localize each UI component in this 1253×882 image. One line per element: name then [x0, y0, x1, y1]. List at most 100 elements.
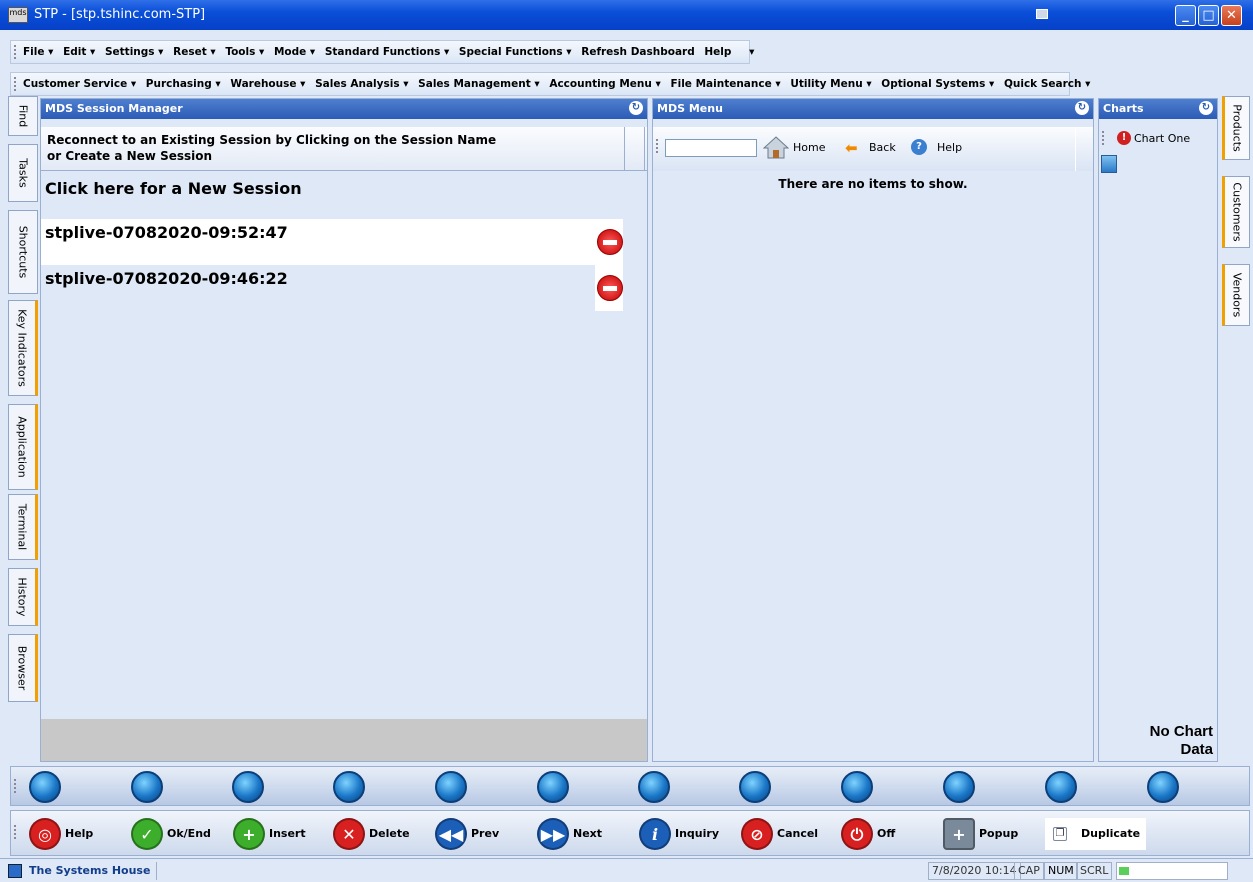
globe-icon[interactable] [232, 771, 264, 803]
back-arrow-icon[interactable]: ⬅ [845, 139, 858, 157]
globe-icon[interactable] [1147, 771, 1179, 803]
menu-tools[interactable]: Tools ▾ [225, 46, 264, 58]
progress-bar [1116, 862, 1228, 880]
status-cap: CAP [1014, 862, 1044, 880]
prev-button[interactable]: ◀◀ Prev [435, 818, 499, 850]
database-add-icon: + [943, 818, 975, 850]
action-toolbar: ◎ Help ✓ Ok/End + Insert ✕ Delete ◀◀ Prev ▶▶ N… [10, 810, 1250, 856]
tab-history[interactable]: History [8, 568, 38, 626]
pin-icon[interactable]: ↻ [1199, 101, 1213, 115]
maximize-button[interactable]: □ [1198, 5, 1219, 26]
menu-accounting[interactable]: Accounting Menu ▾ [549, 78, 660, 90]
menu-sales-analysis[interactable]: Sales Analysis ▾ [315, 78, 408, 90]
globe-icon[interactable] [638, 771, 670, 803]
status-datetime: 7/8/2020 10:14 [928, 862, 1021, 880]
delete-button[interactable]: ✕ Delete [333, 818, 410, 850]
tab-key-indicators[interactable]: Key Indicators [8, 300, 38, 396]
tab-customers[interactable]: Customers [1222, 176, 1250, 248]
toolbar-grip[interactable] [14, 77, 16, 91]
globe-icon[interactable] [435, 771, 467, 803]
panel-title: MDS Session Manager [45, 102, 183, 115]
pin-icon[interactable]: ↻ [1075, 101, 1089, 115]
globe-icon[interactable] [1045, 771, 1077, 803]
tab-products[interactable]: Products [1222, 96, 1250, 160]
menu-optional-systems[interactable]: Optional Systems ▾ [881, 78, 994, 90]
menu-special-functions[interactable]: Special Functions ▾ [459, 46, 572, 58]
menu-customer-service[interactable]: Customer Service ▾ [23, 78, 136, 90]
menu-warehouse[interactable]: Warehouse ▾ [230, 78, 305, 90]
pin-icon[interactable]: ↻ [629, 101, 643, 115]
session-name[interactable]: stplive-07082020-09:52:47 [45, 223, 288, 242]
menu-overflow[interactable]: ▾ [749, 46, 754, 58]
toolbar-grip[interactable] [14, 825, 16, 839]
toolbar-grip[interactable] [14, 779, 16, 793]
empty-message: There are no items to show. [778, 177, 968, 191]
globe-icon[interactable] [943, 771, 975, 803]
menu-file[interactable]: File ▾ [23, 46, 53, 58]
globe-icon[interactable] [333, 771, 365, 803]
tab-shortcuts[interactable]: Shortcuts [8, 210, 38, 294]
menu-utility[interactable]: Utility Menu ▾ [790, 78, 871, 90]
menu-refresh-dashboard[interactable]: Refresh Dashboard [581, 46, 695, 58]
menu-edit[interactable]: Edit ▾ [63, 46, 95, 58]
globe-icon[interactable] [537, 771, 569, 803]
session-row[interactable]: stplive-07082020-09:46:22 [41, 265, 623, 311]
cancel-button[interactable]: ⊘ Cancel [741, 818, 818, 850]
header-line-1: Reconnect to an Existing Session by Clic… [47, 133, 497, 147]
home-icon[interactable] [762, 135, 790, 159]
off-button[interactable]: ⏻ Off [841, 818, 895, 850]
menu-mode[interactable]: Mode ▾ [274, 46, 315, 58]
help-link[interactable]: Help [937, 141, 962, 154]
back-link[interactable]: Back [869, 141, 896, 154]
globe-icon[interactable] [841, 771, 873, 803]
tab-vendors[interactable]: Vendors [1222, 264, 1250, 326]
help-icon[interactable]: ? [911, 139, 927, 155]
menu-sales-management[interactable]: Sales Management ▾ [418, 78, 540, 90]
new-session-link[interactable]: Click here for a New Session [41, 175, 623, 215]
tab-terminal[interactable]: Terminal [8, 494, 38, 560]
menu-reset[interactable]: Reset ▾ [173, 46, 216, 58]
delete-session-icon[interactable] [597, 229, 623, 255]
session-row[interactable]: stplive-07082020-09:52:47 [41, 219, 623, 265]
chart-alert-icon[interactable]: ! [1117, 131, 1131, 145]
charts-header: Charts ↻ [1099, 99, 1217, 119]
globe-icon[interactable] [29, 771, 61, 803]
duplicate-button[interactable]: ❐ Duplicate [1045, 818, 1147, 850]
fast-forward-icon: ▶▶ [537, 818, 569, 850]
chart-one-item[interactable]: Chart One [1134, 132, 1190, 145]
help-button[interactable]: ◎ Help [29, 818, 93, 850]
menu-purchasing[interactable]: Purchasing ▾ [146, 78, 221, 90]
chart-thumbnail-icon[interactable] [1101, 155, 1117, 173]
divider [156, 862, 157, 880]
session-column-header: Reconnect to an Existing Session by Clic… [41, 127, 647, 171]
home-link[interactable]: Home [793, 141, 825, 154]
delete-session-icon[interactable] [597, 275, 623, 301]
toolbar-grip[interactable] [14, 45, 16, 59]
company-name: The Systems House [29, 864, 151, 877]
cancel-icon: ⊘ [741, 818, 773, 850]
menu-settings[interactable]: Settings ▾ [105, 46, 164, 58]
minimize-button[interactable]: _ [1175, 5, 1196, 26]
ok-end-button[interactable]: ✓ Ok/End [131, 818, 211, 850]
inquiry-button[interactable]: i Inquiry [639, 818, 719, 850]
globe-icon[interactable] [131, 771, 163, 803]
insert-button[interactable]: + Insert [233, 818, 306, 850]
tab-browser[interactable]: Browser [8, 634, 38, 702]
menu-file-maintenance[interactable]: File Maintenance ▾ [670, 78, 780, 90]
close-button[interactable]: ✕ [1221, 5, 1242, 26]
globe-icon[interactable] [739, 771, 771, 803]
tab-find[interactable]: Find [8, 96, 38, 136]
session-name[interactable]: stplive-07082020-09:46:22 [45, 269, 288, 288]
next-button[interactable]: ▶▶ Next [537, 818, 602, 850]
toolbar-grip[interactable] [656, 139, 658, 153]
menu-quick-search[interactable]: Quick Search ▾ [1004, 78, 1090, 90]
tab-application[interactable]: Application [8, 404, 38, 490]
toolbar-grip[interactable] [1102, 131, 1104, 145]
menu-toolbar: Home ⬅ Back ? Help [653, 127, 1093, 171]
menu-standard-functions[interactable]: Standard Functions ▾ [325, 46, 449, 58]
tab-tasks[interactable]: Tasks [8, 144, 38, 202]
popup-button[interactable]: + Popup [943, 818, 1018, 850]
tray-icon[interactable] [1036, 9, 1048, 19]
menu-search-input[interactable] [665, 139, 757, 157]
menu-help[interactable]: Help [704, 46, 731, 58]
